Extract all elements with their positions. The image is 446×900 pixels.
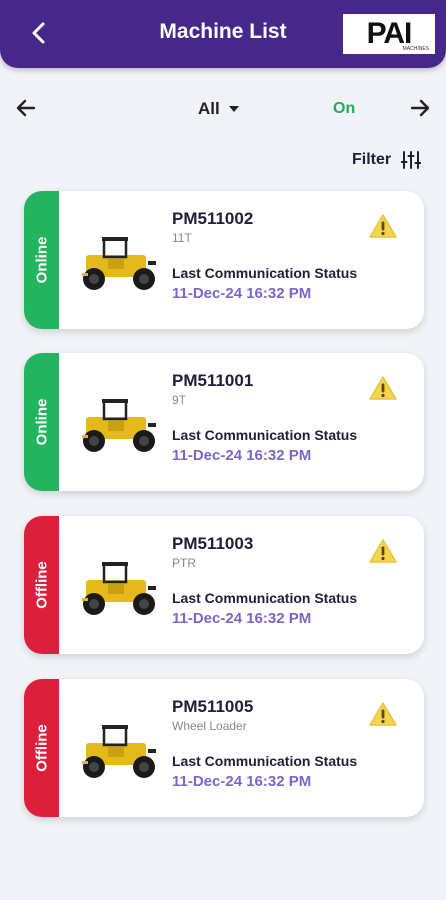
status-strip: Online [24, 353, 59, 491]
machine-id: PM511005 [172, 697, 254, 716]
status-strip: Offline [24, 679, 59, 817]
status-strip: Online [24, 191, 59, 329]
filter-row: All On [0, 90, 446, 130]
status-label: Offline [33, 724, 50, 772]
machine-type: 11T [172, 231, 192, 245]
status-toggle[interactable]: On [333, 100, 355, 118]
arrow-left-icon [16, 99, 36, 117]
warning-icon[interactable] [368, 213, 398, 239]
status-strip: Offline [24, 516, 59, 654]
communication-time: 11-Dec-24 16:32 PM [172, 447, 312, 464]
communication-label: Last Communication Status [172, 590, 358, 606]
roller-machine-image [82, 399, 156, 452]
machine-type: Wheel Loader [172, 719, 247, 733]
communication-label: Last Communication Status [172, 265, 358, 281]
previous-button[interactable] [14, 96, 38, 125]
communication-time: 11-Dec-24 16:32 PM [172, 285, 312, 302]
filter-label: Filter [352, 151, 392, 168]
status-label: Offline [33, 561, 50, 609]
roller-machine-image [82, 237, 156, 290]
machine-card[interactable]: Offline PM511005 Wheel Loader Last Commu… [24, 679, 424, 817]
communication-label: Last Communication Status [172, 753, 358, 769]
caret-down-icon [228, 106, 239, 112]
app-header: Machine List PAI MACHINES [0, 0, 446, 68]
status-dropdown[interactable]: All [198, 99, 240, 119]
machine-card[interactable]: Online PM511002 11T Last Communication S… [24, 191, 424, 329]
machine-type: 9T [172, 393, 187, 407]
machine-id: PM511001 [172, 371, 254, 390]
roller-machine-image [82, 562, 156, 615]
next-button[interactable] [408, 96, 432, 125]
communication-time: 11-Dec-24 16:32 PM [172, 773, 312, 790]
arrow-right-icon [410, 99, 430, 117]
dropdown-value: All [198, 99, 220, 118]
machine-card[interactable]: Offline PM511003 PTR Last Communication … [24, 516, 424, 654]
roller-machine-image [82, 725, 156, 778]
brand-logo: PAI MACHINES [343, 14, 435, 54]
status-label: Online [33, 236, 50, 284]
status-label: Online [33, 398, 50, 446]
logo-subtext: MACHINES [402, 46, 429, 52]
warning-icon[interactable] [368, 538, 398, 564]
communication-label: Last Communication Status [172, 427, 358, 443]
communication-time: 11-Dec-24 16:32 PM [172, 610, 312, 627]
filter-button[interactable]: Filter [352, 150, 422, 170]
machine-type: PTR [172, 556, 196, 570]
machine-id: PM511003 [172, 534, 254, 553]
machine-id: PM511002 [172, 209, 254, 228]
warning-icon[interactable] [368, 375, 398, 401]
machine-card[interactable]: Online PM511001 9T Last Communication St… [24, 353, 424, 491]
warning-icon[interactable] [368, 701, 398, 727]
sliders-icon [401, 151, 422, 169]
